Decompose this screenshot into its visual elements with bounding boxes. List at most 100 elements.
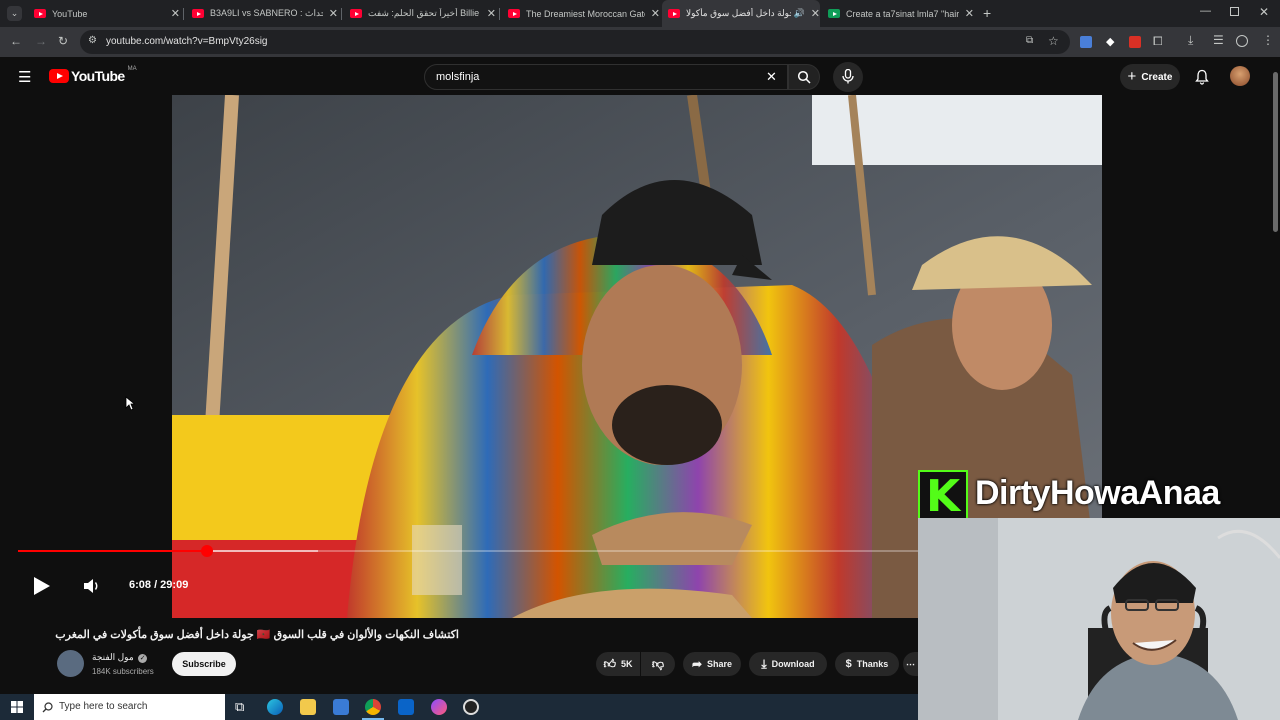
search-button[interactable]	[788, 64, 820, 90]
player-time: 6:08 / 29:09	[129, 579, 189, 591]
thanks-button[interactable]: $ Thanks	[835, 652, 899, 676]
edge-browser-icon[interactable]	[267, 699, 283, 715]
browser-tab-strip: ⌄ YouTube ✕ B3A9LI vs SABNERO : ﻉﺝ ﻝﻸﺣﺪﺍ…	[0, 0, 1280, 27]
address-bar[interactable]: ⚙ youtube.com/watch?v=BmpVty26sig ⧉ ☆	[80, 30, 1070, 54]
install-app-icon[interactable]: ⧉	[1026, 35, 1033, 46]
youtube-favicon-icon	[668, 9, 680, 18]
notifications-bell-icon[interactable]	[1195, 69, 1209, 85]
new-tab-icon[interactable]: +	[983, 5, 991, 21]
more-actions-button[interactable]: ⋯	[903, 652, 918, 676]
search-input[interactable]: molsfinja ✕	[424, 64, 788, 90]
play-icon[interactable]	[33, 576, 51, 596]
windows-taskbar: Type here to search ⧉	[0, 694, 918, 720]
region-code: MA	[127, 66, 137, 72]
verified-badge-icon: ✓	[138, 654, 148, 663]
microphone-icon	[842, 69, 854, 84]
plus-icon: +	[1127, 68, 1137, 85]
restore-window-icon[interactable]	[1230, 7, 1239, 16]
share-button[interactable]: ➦ Share	[683, 652, 741, 676]
scrollbar-thumb[interactable]	[1273, 72, 1278, 232]
extension-icon[interactable]: ◆	[1106, 35, 1114, 48]
clear-search-icon[interactable]: ✕	[766, 69, 777, 85]
progress-scrubber-handle[interactable]	[201, 545, 213, 557]
youtube-play-logo-icon	[49, 69, 69, 83]
bookmark-star-icon[interactable]: ☆	[1048, 34, 1059, 48]
file-explorer-icon[interactable]	[300, 699, 316, 715]
channel-avatar[interactable]	[57, 650, 84, 677]
minimize-window-icon[interactable]: —	[1200, 5, 1211, 17]
close-tab-icon[interactable]: ✕	[811, 7, 820, 20]
close-tab-icon[interactable]: ✕	[171, 7, 180, 20]
tab-divider	[183, 8, 184, 20]
speaker-audio-icon: 🔊	[793, 8, 805, 18]
reading-list-icon[interactable]: ☰	[1213, 33, 1224, 47]
channel-name[interactable]: مول الفنجة ✓	[92, 652, 148, 663]
task-view-icon[interactable]: ⧉	[235, 699, 244, 715]
windows-start-icon[interactable]	[11, 701, 23, 713]
extensions-puzzle-icon[interactable]: ⧠	[1153, 34, 1163, 49]
browser-tab-active[interactable]: جولة داخل أفضل سوق مأكولا 🔊 ✕	[662, 0, 820, 27]
close-tab-icon[interactable]: ✕	[329, 7, 338, 20]
search-icon	[42, 702, 53, 713]
share-arrow-icon: ➦	[691, 657, 703, 671]
downloads-icon[interactable]: ⤓	[1188, 33, 1193, 48]
chrome-browser-icon[interactable]	[365, 699, 381, 715]
search-query-text: molsfinja	[436, 71, 480, 83]
browser-tab[interactable]: B3A9LI vs SABNERO : ﻉﺝ ﻝﻸﺣﺪﺍﺙ ✕	[186, 0, 338, 27]
close-tab-icon[interactable]: ✕	[487, 7, 496, 20]
youtube-favicon-icon	[34, 9, 46, 18]
download-icon: ⤓	[761, 656, 767, 671]
browser-tab[interactable]: The Dreamiest Moroccan Gatew ✕	[502, 0, 660, 27]
more-dots-icon: ⋯	[906, 658, 915, 669]
webcam-feed	[918, 518, 1280, 720]
streamer-brand-overlay: K DirtyHowaAnaa	[918, 470, 1280, 522]
hamburger-menu-icon[interactable]: ☰	[18, 68, 31, 86]
sheets-favicon-icon	[828, 9, 840, 18]
voice-search-button[interactable]	[833, 62, 863, 92]
recorder-app-icon[interactable]	[463, 699, 479, 715]
back-arrow-icon[interactable]: ←	[10, 34, 22, 48]
subscribe-button[interactable]: Subscribe	[172, 652, 236, 676]
like-button[interactable]: 👍︎ 5K	[596, 652, 640, 676]
create-label: Create	[1141, 71, 1173, 83]
kick-logo-icon: K	[918, 470, 968, 522]
volume-icon[interactable]	[83, 578, 101, 594]
microsoft-store-icon[interactable]	[333, 699, 349, 715]
site-info-icon[interactable]: ⚙	[88, 35, 97, 46]
youtube-favicon-icon	[192, 9, 204, 18]
browser-toolbar: ← → ↻ ⚙ youtube.com/watch?v=BmpVty26sig …	[0, 27, 1280, 57]
create-button[interactable]: + Create	[1120, 64, 1180, 90]
youtube-favicon-icon	[508, 9, 520, 18]
subscriber-count: 184K subscribers	[92, 667, 154, 676]
browser-tab[interactable]: Create a ta7sinat lmla7 "haircut ✕	[822, 0, 974, 27]
mouse-cursor-icon	[125, 396, 135, 411]
youtube-logo-text: YouTube	[71, 68, 125, 84]
search-icon	[797, 70, 811, 84]
account-avatar[interactable]	[1230, 66, 1250, 86]
download-button[interactable]: ⤓ Download	[749, 652, 827, 676]
messenger-icon[interactable]	[431, 699, 447, 715]
tab-divider	[499, 8, 500, 20]
taskbar-search-input[interactable]: Type here to search	[34, 694, 225, 720]
thanks-dollar-icon: $	[845, 658, 852, 670]
close-tab-icon[interactable]: ✕	[965, 7, 974, 20]
translate-extension-icon[interactable]	[1080, 36, 1092, 48]
dislike-button[interactable]: 👎︎	[641, 652, 675, 676]
like-count: 5K	[621, 659, 633, 669]
youtube-logo[interactable]: YouTube MA	[49, 66, 137, 84]
close-window-icon[interactable]: ✕	[1259, 5, 1269, 19]
streamer-name: DirtyHowaAnaa	[975, 474, 1220, 512]
chrome-menu-icon[interactable]: ⋮	[1262, 33, 1274, 47]
forward-arrow-icon[interactable]: →	[35, 34, 47, 48]
close-tab-icon[interactable]: ✕	[651, 7, 660, 20]
reload-icon[interactable]: ↻	[58, 34, 68, 48]
tab-search-icon[interactable]: ⌄	[7, 6, 22, 21]
profile-icon[interactable]	[1236, 35, 1248, 47]
recorder-extension-icon[interactable]	[1129, 36, 1141, 48]
url-text: youtube.com/watch?v=BmpVty26sig	[106, 36, 268, 47]
browser-tab[interactable]: أخيراً تحقق الحلم: شفت Billie Eilish ✕	[344, 0, 496, 27]
outlook-icon[interactable]	[398, 699, 414, 715]
browser-tab[interactable]: YouTube ✕	[28, 0, 180, 27]
video-title: اكتشاف النكهات والألوان في قلب السوق 🇲🇦 …	[55, 629, 459, 641]
progress-played	[18, 550, 207, 552]
